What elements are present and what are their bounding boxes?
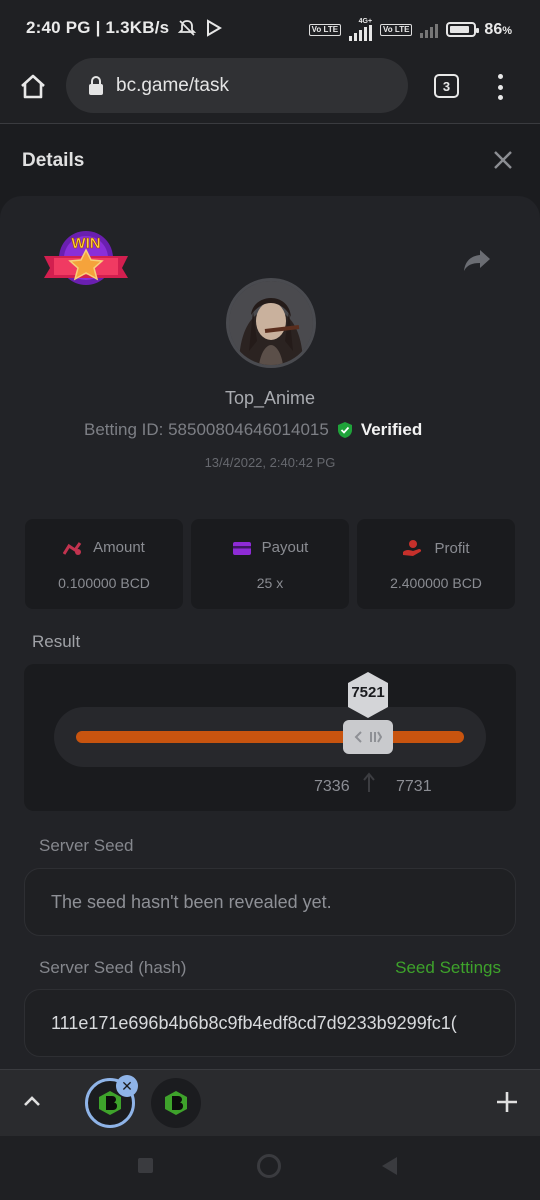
stat-amount-label: Amount bbox=[93, 539, 145, 556]
play-store-icon bbox=[207, 19, 223, 37]
page-content: Details WIN Top_Anime Betting ID: 585008… bbox=[0, 125, 540, 1069]
volte-icon-2: Vo LTE bbox=[380, 23, 413, 36]
betting-id: Betting ID: 58500804646014015 bbox=[84, 420, 329, 439]
tab-count[interactable]: 3 bbox=[443, 79, 450, 94]
verified-shield-icon bbox=[337, 422, 352, 438]
status-time-speed: 2:40 PG | 1.3KB/s bbox=[26, 18, 170, 37]
share-icon[interactable] bbox=[462, 245, 492, 275]
result-slider-box: 7521 7336 7731 bbox=[24, 664, 516, 811]
stat-payout-value: 25 x bbox=[256, 575, 284, 591]
betting-id-row: Betting ID: 58500804646014015 Verified bbox=[84, 420, 422, 440]
volte-icon: Vo LTE bbox=[308, 23, 342, 36]
server-seed-label: Server Seed bbox=[39, 836, 134, 855]
bet-date: 13/4/2022, 2:40:42 PG bbox=[204, 455, 336, 470]
back-icon[interactable] bbox=[380, 1156, 398, 1176]
amount-icon bbox=[63, 541, 82, 555]
server-seed-hash-value: 111e171e696b4b6b8c9fb4edf8cd7d9233b9299f… bbox=[51, 1012, 457, 1033]
bet-details-card: WIN Top_Anime Betting ID: 58500804646014… bbox=[0, 196, 540, 1069]
status-bar: 2:40 PG | 1.3KB/s Vo LTE 4G+ Vo LTE 86% bbox=[0, 0, 540, 58]
lock-icon[interactable] bbox=[88, 75, 104, 96]
muted-bell-icon bbox=[178, 20, 197, 36]
result-slider-handle[interactable] bbox=[343, 720, 393, 754]
battery-icon bbox=[446, 22, 480, 37]
network-type: 4G+ bbox=[358, 18, 373, 25]
stat-profit-value: 2.400000 BCD bbox=[390, 575, 482, 591]
verified-label: Verified bbox=[360, 420, 423, 439]
server-seed-hash-field[interactable]: 111e171e696b4b6b8c9fb4edf8cd7d9233b9299f… bbox=[24, 989, 516, 1057]
result-range-high: 7731 bbox=[396, 778, 432, 795]
wallet-icon bbox=[232, 541, 251, 555]
tab-close-button[interactable]: ✕ bbox=[116, 1075, 138, 1097]
server-seed-field[interactable]: The seed hasn't been revealed yet. bbox=[24, 868, 516, 936]
recents-button[interactable] bbox=[138, 1158, 153, 1173]
home-button[interactable] bbox=[257, 1154, 281, 1178]
stat-amount: Amount 0.100000 BCD bbox=[25, 519, 183, 609]
result-range-low: 7336 bbox=[314, 778, 350, 795]
chevron-left-icon bbox=[354, 731, 362, 743]
overflow-menu-icon[interactable] bbox=[492, 72, 508, 102]
status-left: 2:40 PG | 1.3KB/s bbox=[26, 18, 223, 38]
signal-2-icon bbox=[420, 22, 439, 38]
tab-thumbnail[interactable] bbox=[151, 1078, 201, 1128]
avatar bbox=[226, 278, 316, 368]
page-title: Details bbox=[22, 150, 85, 171]
home-icon[interactable] bbox=[18, 72, 48, 102]
address-bar[interactable]: bc.game/task bbox=[66, 58, 408, 113]
stat-profit-header: Profit bbox=[357, 539, 515, 557]
tab-strip: ✕ bbox=[0, 1069, 540, 1136]
bc-game-favicon-2 bbox=[165, 1091, 187, 1115]
badge-text: WIN bbox=[71, 235, 100, 252]
result-label: Result bbox=[32, 632, 81, 651]
grip-icon bbox=[370, 731, 382, 743]
system-navigation-bar bbox=[0, 1136, 540, 1200]
username: Top_Anime bbox=[224, 388, 316, 408]
result-value-marker: 7521 bbox=[346, 671, 390, 719]
server-seed-hash-label: Server Seed (hash) bbox=[39, 958, 187, 977]
signal-1-icon: 4G+ bbox=[349, 18, 373, 41]
url-text[interactable]: bc.game/task bbox=[116, 75, 229, 97]
close-icon[interactable] bbox=[492, 149, 514, 171]
browser-toolbar: bc.game/task 3 bbox=[0, 58, 540, 124]
profit-icon bbox=[403, 540, 422, 556]
server-seed-value: The seed hasn't been revealed yet. bbox=[51, 891, 332, 912]
result-bar bbox=[76, 731, 464, 743]
win-badge-icon: WIN bbox=[44, 231, 128, 285]
battery-percent: 86% bbox=[484, 20, 512, 38]
stat-payout-header: Payout bbox=[191, 539, 349, 556]
stat-payout: Payout 25 x bbox=[191, 519, 349, 609]
status-right: Vo LTE 4G+ Vo LTE 86% bbox=[308, 18, 512, 41]
stat-payout-label: Payout bbox=[261, 539, 309, 556]
arrow-up-icon bbox=[363, 772, 375, 792]
new-tab-plus-icon[interactable] bbox=[494, 1089, 520, 1115]
result-track bbox=[54, 707, 486, 767]
stat-amount-value: 0.100000 BCD bbox=[58, 575, 150, 591]
chevron-up-icon[interactable] bbox=[20, 1090, 44, 1114]
stat-amount-header: Amount bbox=[25, 539, 183, 556]
stat-profit-label: Profit bbox=[434, 539, 470, 557]
result-value: 7521 bbox=[351, 684, 385, 701]
stat-profit: Profit 2.400000 BCD bbox=[357, 519, 515, 609]
seed-settings-link[interactable]: Seed Settings bbox=[395, 958, 501, 978]
tab-switcher-button[interactable]: 3 bbox=[434, 74, 459, 98]
